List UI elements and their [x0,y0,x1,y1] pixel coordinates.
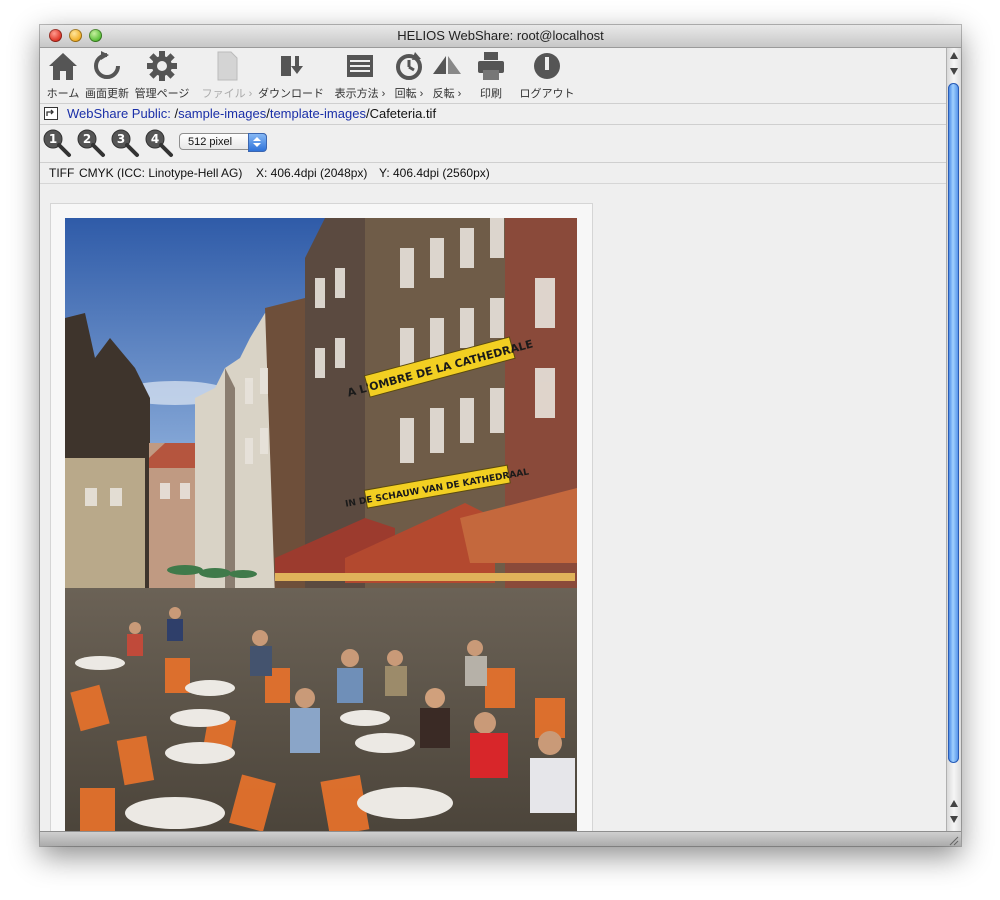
flip-icon [433,56,461,74]
zoom-3-button[interactable]: 3 [110,128,140,158]
admin-page-label: 管理ページ [134,88,190,100]
preview-frame: A L'OMBRE DE LA CATHEDRALE IN DE SCHAUW … [50,203,593,831]
file-menu-button[interactable]: ファイル › [197,50,257,100]
image-format: TIFF [49,166,75,180]
image-colorspace: CMYK (ICC: Linotype-Hell AG) [79,166,243,180]
home-label: ホーム [46,88,80,100]
flip-label: 反転 › [432,88,462,100]
download-icon [281,56,303,76]
admin-page-button[interactable]: 管理ページ [132,50,192,100]
image-x-resolution: X: 406.4dpi (2048px) [256,166,368,180]
image-y-resolution: Y: 406.4dpi (2560px) [379,166,490,180]
breadcrumb-sample-images-link[interactable]: sample-images [178,106,266,121]
breadcrumb-path: WebShare Public: /sample-images/template… [67,104,436,124]
download-button[interactable]: ダウンロード [257,50,325,100]
zoom-3-label: 3 [117,132,125,146]
resize-grip-icon[interactable] [947,834,959,846]
home-icon [49,53,77,80]
view-mode-button[interactable]: 表示方法 › [332,50,388,100]
rotate-button[interactable]: 回転 › [390,50,428,100]
zoom-4-label: 4 [151,132,159,146]
rotate-label: 回転 › [394,88,424,100]
refresh-button[interactable]: 画面更新 [82,50,132,100]
zoom-1-label: 1 [49,132,57,146]
zoom-size-value: 512 pixel [188,136,233,148]
zoom-toolbar: 1 2 3 4 512 pixel [40,125,946,163]
logout-label: ログアウト [519,88,575,100]
zoom-1-button[interactable]: 1 [42,128,72,158]
refresh-icon [94,51,120,79]
breadcrumb-template-images-link[interactable]: template-images [270,106,366,121]
home-button[interactable]: ホーム [42,50,84,100]
file-menu-label: ファイル › [201,88,253,100]
scroll-down-icon[interactable] [950,816,958,823]
breadcrumb-root-link[interactable]: WebShare Public: [67,106,171,121]
zoom-2-label: 2 [83,132,91,146]
breadcrumb-current-file: Cafeteria.tif [369,106,437,121]
scrollbar-thumb[interactable] [948,83,959,763]
window-title: HELIOS WebShare: root@localhost [397,28,604,43]
file-icon [217,51,238,81]
vertical-scrollbar[interactable] [946,48,961,831]
printer-icon [478,52,504,80]
status-bar [40,831,961,846]
cafeteria-photo: A L'OMBRE DE LA CATHEDRALE IN DE SCHAUW … [65,218,577,831]
zoom-size-select[interactable]: 512 pixel [179,133,267,152]
title-bar: HELIOS WebShare: root@localhost [40,25,961,48]
gear-icon [147,51,177,81]
scroll-up-icon[interactable] [950,52,958,59]
breadcrumb: WebShare Public: /sample-images/template… [40,104,946,125]
print-label: 印刷 [480,88,502,100]
zoom-2-button[interactable]: 2 [76,128,106,158]
page-content: ホーム 画面更新 管理ページ ファイル › ダウンロード 表示方法 › 回転 ›… [40,48,946,831]
download-label: ダウンロード [258,88,324,100]
image-info: TIFF CMYK (ICC: Linotype-Hell AG) X: 406… [40,163,946,184]
breadcrumb-sep: / [170,106,179,121]
flip-button[interactable]: 反転 › [428,50,466,100]
rotate-icon [396,52,422,80]
scroll-up-icon[interactable] [950,800,958,807]
view-icon [347,55,373,77]
toolbar: ホーム 画面更新 管理ページ ファイル › ダウンロード 表示方法 › 回転 ›… [40,48,946,104]
zoom-4-button[interactable]: 4 [144,128,174,158]
logout-button[interactable]: ログアウト [514,50,580,100]
print-button[interactable]: 印刷 [472,50,510,100]
refresh-label: 画面更新 [85,88,129,100]
browser-window: HELIOS WebShare: root@localhost ホーム 画面更新 [40,25,961,846]
logout-icon [534,53,560,79]
scroll-down-icon[interactable] [950,68,958,75]
parent-folder-icon[interactable] [44,107,58,120]
view-mode-label: 表示方法 › [334,88,386,100]
select-arrows-icon [248,133,267,152]
image-preview: A L'OMBRE DE LA CATHEDRALE IN DE SCHAUW … [65,218,577,831]
